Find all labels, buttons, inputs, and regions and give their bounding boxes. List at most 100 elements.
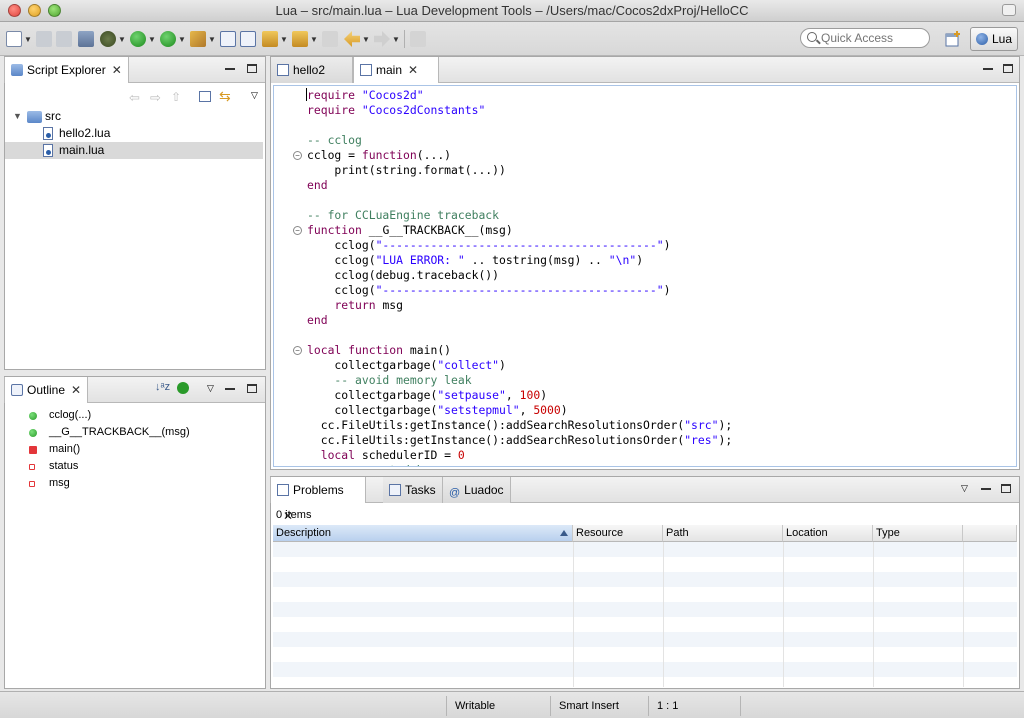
back-icon[interactable]: ⇦ <box>129 90 140 106</box>
expand-arrow-icon[interactable]: ▼ <box>13 108 22 125</box>
sort-ascending-icon <box>560 530 568 536</box>
lua-perspective-button[interactable]: Lua <box>970 27 1018 51</box>
new-dropdown-icon[interactable]: ▼ <box>24 35 32 44</box>
minimize-view-icon[interactable] <box>225 388 235 390</box>
previous-annotation-icon[interactable] <box>292 31 308 47</box>
print-icon[interactable] <box>78 31 94 47</box>
minimize-view-icon[interactable] <box>981 488 991 490</box>
status-writable: Writable <box>446 696 550 716</box>
column-divider <box>573 542 574 687</box>
tree-item-main[interactable]: main.lua <box>5 142 263 159</box>
tab-script-explorer[interactable]: Script Explorer ✕ <box>4 57 129 83</box>
forward-dropdown-icon[interactable]: ▼ <box>392 35 400 44</box>
minimize-editor-icon[interactable] <box>983 68 993 70</box>
save-all-icon[interactable] <box>56 31 72 47</box>
toolbar-separator <box>404 30 405 48</box>
minimize-view-icon[interactable] <box>225 68 235 70</box>
quick-access-box[interactable] <box>800 28 930 48</box>
next-annotation-icon[interactable] <box>262 31 278 47</box>
tab-main[interactable]: main ✕ <box>353 57 439 83</box>
tab-outline[interactable]: Outline ✕ <box>4 377 89 403</box>
column-location[interactable]: Location <box>783 525 873 542</box>
close-icon[interactable]: ✕ <box>71 377 81 403</box>
hide-fields-icon[interactable] <box>177 382 189 394</box>
table-row <box>273 677 1017 692</box>
fold-collapse-icon[interactable]: − <box>293 151 302 160</box>
debug-dropdown-icon[interactable]: ▼ <box>118 35 126 44</box>
maximize-view-icon[interactable] <box>247 64 257 73</box>
luadoc-icon: @ <box>449 487 461 499</box>
previous-annotation-dropdown-icon[interactable]: ▼ <box>310 35 318 44</box>
code-line: require "Cocos2d" <box>307 88 424 102</box>
problems-tab-bar: Problems✕ Tasks @ Luadoc ▽ <box>270 477 1019 523</box>
external-tools-icon[interactable] <box>160 31 176 47</box>
view-menu-icon[interactable]: ▽ <box>207 383 214 394</box>
quick-access-input[interactable] <box>821 31 921 45</box>
tree-item-hello2[interactable]: hello2.lua <box>5 125 263 142</box>
tab-tasks[interactable]: Tasks <box>383 477 443 503</box>
pin-editor-icon[interactable] <box>410 31 426 47</box>
sort-icon[interactable]: ↓ᵃz <box>155 381 170 393</box>
tab-problems-label: Problems <box>293 483 344 497</box>
local-variable-icon <box>29 464 35 470</box>
back-dropdown-icon[interactable]: ▼ <box>362 35 370 44</box>
close-icon[interactable]: ✕ <box>408 57 418 83</box>
outline-header: Outline ✕ ↓ᵃz ▽ <box>4 377 265 403</box>
link-with-editor-icon[interactable]: ⇆ <box>219 88 231 105</box>
run-icon[interactable] <box>130 31 146 47</box>
open-type-icon[interactable] <box>190 31 206 47</box>
table-row <box>273 557 1017 572</box>
script-explorer-icon <box>11 64 23 76</box>
tab-luadoc[interactable]: @ Luadoc <box>443 477 511 503</box>
column-description[interactable]: Description <box>273 525 573 542</box>
column-divider <box>963 542 964 687</box>
tree-item-label: main.lua <box>59 143 105 157</box>
open-perspective-button[interactable] <box>944 30 962 48</box>
maximize-editor-icon[interactable] <box>1003 64 1013 73</box>
window-title: Lua – src/main.lua – Lua Development Too… <box>275 3 749 18</box>
tab-problems[interactable]: Problems✕ <box>270 477 366 523</box>
column-path[interactable]: Path <box>663 525 783 542</box>
column-resource[interactable]: Resource <box>573 525 663 542</box>
forward-arrow-icon[interactable] <box>374 31 390 47</box>
column-filler <box>963 525 1017 542</box>
column-type[interactable]: Type <box>873 525 963 542</box>
up-icon[interactable]: ⇧ <box>171 90 181 104</box>
code-line: -- for CCLuaEngine traceback <box>307 208 500 222</box>
external-tools-dropdown-icon[interactable]: ▼ <box>178 35 186 44</box>
new-file-icon[interactable] <box>6 31 22 47</box>
problems-table: Description Resource Path Location Type <box>273 525 1017 687</box>
toggle-mark-icon[interactable] <box>220 31 236 47</box>
table-row <box>273 587 1017 602</box>
save-icon[interactable] <box>36 31 52 47</box>
view-menu-icon[interactable]: ▽ <box>961 483 968 494</box>
maximize-view-icon[interactable] <box>1001 484 1011 493</box>
debug-icon[interactable] <box>100 31 116 47</box>
tab-hello2[interactable]: hello2 <box>271 57 353 83</box>
script-explorer-view: Script Explorer ✕ ⇦ ⇨ ⇧ ⇆ ▽ ▼ src hello2.… <box>4 56 266 370</box>
code-editor[interactable]: require "Cocos2d" require "Cocos2dConstan… <box>273 85 1017 467</box>
next-annotation-dropdown-icon[interactable]: ▼ <box>280 35 288 44</box>
fold-collapse-icon[interactable]: − <box>293 346 302 355</box>
outline-item-label: __G__TRACKBACK__(msg) <box>49 426 190 438</box>
tab-script-explorer-label: Script Explorer <box>27 63 106 77</box>
open-type-dropdown-icon[interactable]: ▼ <box>208 35 216 44</box>
last-edit-icon[interactable] <box>322 31 338 47</box>
fold-collapse-icon[interactable]: − <box>293 226 302 235</box>
tab-luadoc-label: Luadoc <box>464 483 504 497</box>
forward-icon[interactable]: ⇨ <box>150 90 161 106</box>
code-line: --support debug <box>307 463 437 466</box>
code-line: cclog(debug.traceback()) <box>307 268 500 282</box>
close-icon[interactable]: ✕ <box>112 57 122 83</box>
title-bar: Lua – src/main.lua – Lua Development Too… <box>0 0 1024 22</box>
run-dropdown-icon[interactable]: ▼ <box>148 35 156 44</box>
code-line: end <box>307 313 328 327</box>
back-arrow-icon[interactable] <box>344 31 360 47</box>
tree-item-label: hello2.lua <box>59 126 111 140</box>
maximize-view-icon[interactable] <box>247 384 257 393</box>
view-menu-icon[interactable]: ▽ <box>251 90 258 101</box>
tree-item-src[interactable]: ▼ src <box>5 108 263 125</box>
collapse-all-icon[interactable] <box>199 91 211 102</box>
toolbar-toggle-button[interactable] <box>1002 4 1016 16</box>
show-whitespace-icon[interactable] <box>240 31 256 47</box>
